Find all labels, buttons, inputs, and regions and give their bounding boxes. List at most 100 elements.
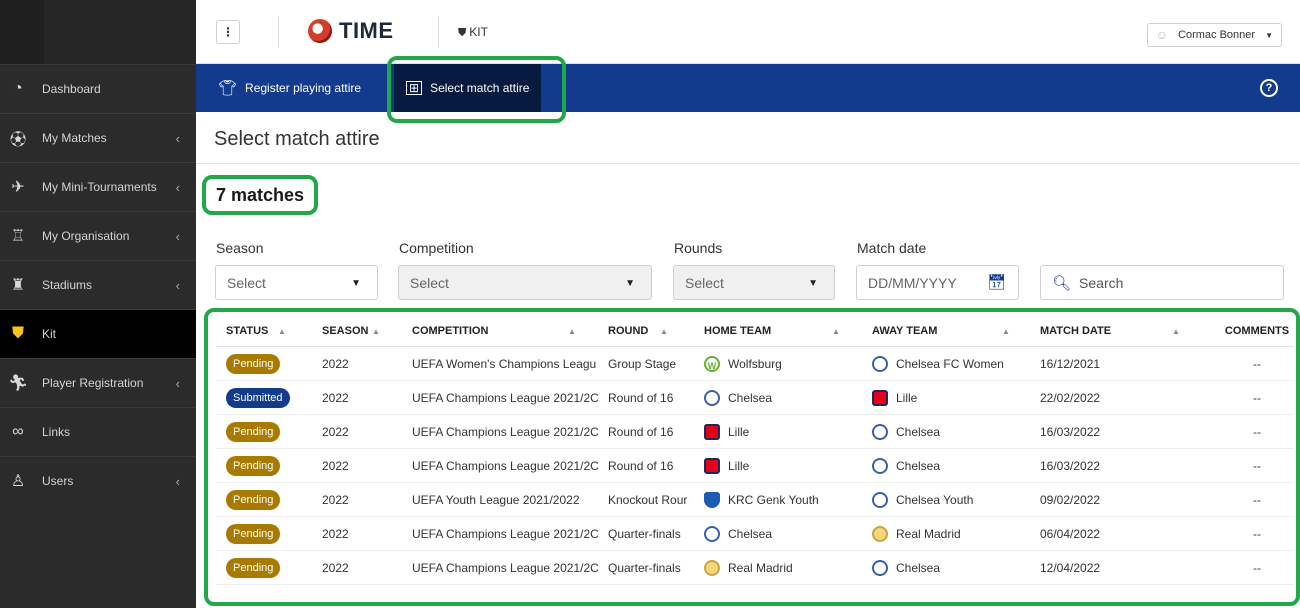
competition-select[interactable]: Select ▼ [398, 265, 652, 300]
competition-cell: UEFA Women's Champions Leagu [412, 356, 597, 371]
tab-label: Select match attire [430, 81, 530, 95]
home-team-cell: Chelsea [704, 389, 872, 406]
sort-icon[interactable]: ▲ [372, 327, 380, 336]
away-team-name: Lille [896, 390, 918, 405]
sidebar-item-my-organisation[interactable]: ♖ My Organisation ‹ [0, 211, 196, 260]
chevron-left-icon: ‹ [175, 277, 180, 293]
status-badge[interactable]: Pending [226, 523, 281, 544]
breadcrumb[interactable]: ⛊ KIT [458, 25, 488, 40]
organisation-icon: ♖ [10, 228, 26, 245]
sort-icon[interactable]: ▲ [1002, 327, 1010, 336]
home-team-cell: Lille [704, 423, 872, 440]
competition-value: Select [410, 274, 449, 291]
home-team-name: Chelsea [728, 526, 773, 541]
sort-icon[interactable]: ▲ [568, 327, 576, 336]
sidebar-item-stadiums[interactable]: ♜ Stadiums ‹ [0, 260, 196, 309]
sidebar-item-label: My Mini-Tournaments [42, 180, 157, 194]
chevron-left-icon: ‹ [175, 473, 180, 489]
home-team-name: Wolfsburg [728, 356, 782, 371]
sort-icon[interactable]: ▲ [832, 327, 840, 336]
round-cell: Knockout Rour [608, 492, 688, 507]
away-team-cell: Chelsea [872, 423, 1040, 440]
status-badge[interactable]: Pending [226, 557, 281, 578]
table-row[interactable]: Pending 2022 UEFA Champions League 2021/2C… [216, 449, 1294, 483]
away-team-cell: Chelsea [872, 457, 1040, 474]
table-row[interactable]: Pending 2022 UEFA Champions League 2021/2C… [216, 415, 1294, 449]
chevron-left-icon: ‹ [175, 375, 180, 391]
sidebar-header [0, 0, 196, 64]
app-title: TIME [339, 18, 394, 43]
tab-select-match-attire[interactable]: ⊞ Select match attire [394, 64, 542, 112]
rounds-value: Select [685, 274, 724, 291]
status-badge[interactable]: Pending [226, 421, 281, 442]
sidebar-item-label: Stadiums [42, 278, 93, 292]
sidebar-item-kit[interactable]: ⛊ Kit [0, 309, 196, 358]
user-menu-button[interactable]: ☺ Cormac Bonner ▼ [1146, 23, 1282, 47]
sidebar-item-dashboard[interactable]: ◔ Dashboard [0, 64, 196, 113]
season-select[interactable]: Select ▼ [215, 265, 378, 300]
season-cell: 2022 [322, 356, 349, 371]
chelsea-crest-icon [872, 355, 888, 372]
competition-label: Competition [399, 240, 474, 256]
status-cell: Pending [216, 353, 310, 374]
user-name: Cormac Bonner [1178, 29, 1256, 41]
caret-down-icon: ▼ [1265, 30, 1273, 40]
sort-icon[interactable]: ▲ [1172, 327, 1180, 336]
users-icon: ♙ [10, 473, 26, 490]
tab-register-playing-attire[interactable]: 👕︎ Register playing attire [206, 64, 373, 112]
column-header-round[interactable]: ROUND ▲ [608, 325, 704, 337]
away-team-cell: Real Madrid [872, 525, 1040, 542]
help-icon[interactable]: ? [1260, 79, 1278, 97]
table-row[interactable]: Submitted 2022 UEFA Champions League 2021/… [216, 381, 1294, 415]
caret-down-icon: ▼ [625, 278, 635, 289]
lille-crest-icon [704, 423, 720, 440]
chelsea-crest-icon [704, 389, 720, 406]
column-header-home-team[interactable]: HOME TEAM ▲ [704, 325, 872, 337]
sidebar-item-label: Dashboard [42, 82, 101, 96]
more-menu-button[interactable]: ⋮ [216, 20, 240, 44]
table-row[interactable]: Pending 2022 UEFA Youth League 2021/2022 Kn… [216, 483, 1294, 517]
lille-crest-icon [872, 389, 888, 406]
divider [438, 16, 439, 48]
match-date-input[interactable]: DD/MM/YYYY 📅︎ [856, 265, 1019, 300]
column-header-status[interactable]: STATUS ▲ [216, 325, 310, 337]
column-header-match-date[interactable]: MATCH DATE ▲ [1040, 325, 1210, 337]
competition-cell: UEFA Champions League 2021/2C [412, 526, 599, 541]
table-row[interactable]: Pending 2022 UEFA Champions League 2021/2C… [216, 517, 1294, 551]
column-header-away-team[interactable]: AWAY TEAM ▲ [872, 325, 1040, 337]
home-team-cell: Lille [704, 457, 872, 474]
home-team-name: KRC Genk Youth [728, 492, 819, 507]
rounds-select[interactable]: Select ▼ [673, 265, 835, 300]
calendar-icon[interactable]: 📅︎ [987, 273, 1006, 291]
round-cell: Group Stage [608, 356, 677, 371]
search-input[interactable]: 🔍︎ Search [1040, 265, 1284, 300]
sidebar-item-player-registration[interactable]: 🏃︎ Player Registration ‹ [0, 358, 196, 407]
match-date-label: Match date [857, 240, 927, 256]
sidebar-item-links[interactable]: ∞ Links [0, 407, 196, 456]
home-team-name: Lille [728, 424, 750, 439]
sort-icon[interactable]: ▲ [660, 327, 668, 336]
match-date-cell: 16/12/2021 [1040, 356, 1101, 371]
match-date-cell: 16/03/2022 [1040, 424, 1101, 439]
round-cell: Round of 16 [608, 458, 674, 473]
sort-icon[interactable]: ▲ [278, 327, 286, 336]
sidebar-item-my-mini-tournaments[interactable]: ✈︎ My Mini-Tournaments ‹ [0, 162, 196, 211]
divider [278, 16, 279, 48]
status-badge[interactable]: Pending [226, 455, 281, 476]
sidebar-item-my-matches[interactable]: ⚽︎ My Matches ‹ [0, 113, 196, 162]
home-team-name: Chelsea [728, 390, 773, 405]
table-row[interactable]: Pending 2022 UEFA Champions League 2021/2C… [216, 551, 1294, 585]
status-badge[interactable]: Pending [226, 353, 281, 374]
column-header-season[interactable]: SEASON ▲ [310, 325, 412, 337]
matches-table: STATUS ▲ SEASON ▲ COMPETITION ▲ ROUND ▲ HOME… [216, 315, 1294, 585]
sidebar-item-label: My Matches [42, 131, 107, 145]
chevron-left-icon: ‹ [175, 179, 180, 195]
sidebar-item-users[interactable]: ♙ Users ‹ [0, 456, 196, 505]
table-row[interactable]: Pending 2022 UEFA Women's Champions Leagu G… [216, 347, 1294, 381]
dashboard-icon: ◔ [13, 80, 23, 97]
status-badge[interactable]: Submitted [226, 387, 290, 408]
status-badge[interactable]: Pending [226, 489, 281, 510]
competition-cell: UEFA Youth League 2021/2022 [412, 492, 580, 507]
column-header-competition[interactable]: COMPETITION ▲ [412, 325, 608, 337]
chelsea-crest-icon [704, 525, 720, 542]
